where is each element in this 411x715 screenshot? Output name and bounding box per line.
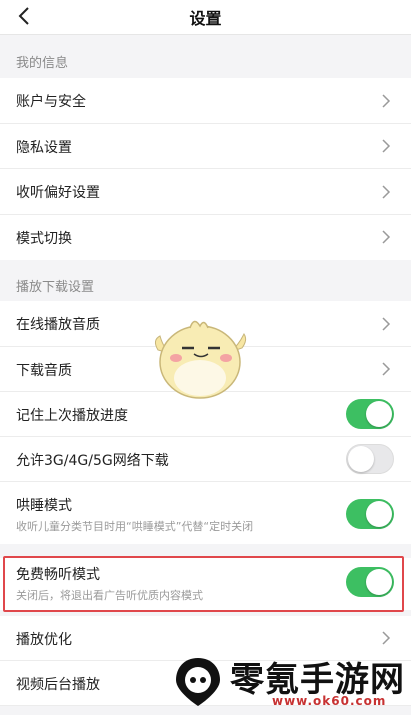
row-label: 下载音质 — [16, 363, 72, 379]
settings-row-sleep-mode: 哄睡模式 收听儿童分类节目时用“哄睡模式”代替“定时关闭 — [0, 482, 411, 544]
chevron-right-icon — [382, 94, 391, 108]
row-label: 视频后台播放 — [16, 677, 100, 693]
chevron-right-icon — [382, 631, 391, 645]
section-label-my-info: 我的信息 — [16, 56, 69, 71]
toggle-knob — [348, 446, 374, 472]
section-label-playback: 播放下载设置 — [16, 280, 95, 295]
settings-row-allow-cellular: 允许3G/4G/5G网络下载 — [0, 437, 411, 482]
allow-cellular-toggle[interactable] — [346, 444, 394, 474]
toggle-knob — [366, 501, 392, 527]
location-pin-logo-icon — [176, 658, 220, 706]
row-label: 哄睡模式 — [16, 498, 72, 514]
watermark-url: www.ok60.com — [272, 694, 387, 708]
settings-row-privacy[interactable]: 隐私设置 — [0, 124, 411, 169]
row-label: 允许3G/4G/5G网络下载 — [16, 453, 169, 469]
chick-mascot-icon — [154, 320, 247, 399]
highlight-box — [3, 556, 404, 612]
row-label: 模式切换 — [16, 231, 72, 247]
settings-row-mode-switch[interactable]: 模式切换 — [0, 215, 411, 260]
sleep-mode-toggle[interactable] — [346, 499, 394, 529]
row-sublabel: 收听儿童分类节目时用“哄睡模式”代替“定时关闭 — [16, 520, 254, 533]
remember-progress-toggle[interactable] — [346, 399, 394, 429]
settings-row-account[interactable]: 账户与安全 — [0, 78, 411, 124]
row-label: 在线播放音质 — [16, 317, 100, 333]
row-label: 记住上次播放进度 — [16, 408, 128, 424]
watermark: 零氪手游网 www.ok60.com — [160, 650, 411, 715]
chevron-right-icon — [382, 139, 391, 153]
chevron-right-icon — [382, 362, 391, 376]
row-label: 隐私设置 — [16, 140, 72, 156]
toggle-knob — [366, 401, 392, 427]
chevron-right-icon — [382, 185, 391, 199]
chevron-right-icon — [382, 317, 391, 331]
row-label: 收听偏好设置 — [16, 185, 100, 201]
row-label: 播放优化 — [16, 632, 72, 648]
chevron-right-icon — [382, 230, 391, 244]
row-label: 账户与安全 — [16, 94, 86, 110]
settings-row-listen-preference[interactable]: 收听偏好设置 — [0, 169, 411, 215]
nav-bar: 设置 — [0, 0, 411, 35]
page-title: 设置 — [189, 9, 222, 28]
